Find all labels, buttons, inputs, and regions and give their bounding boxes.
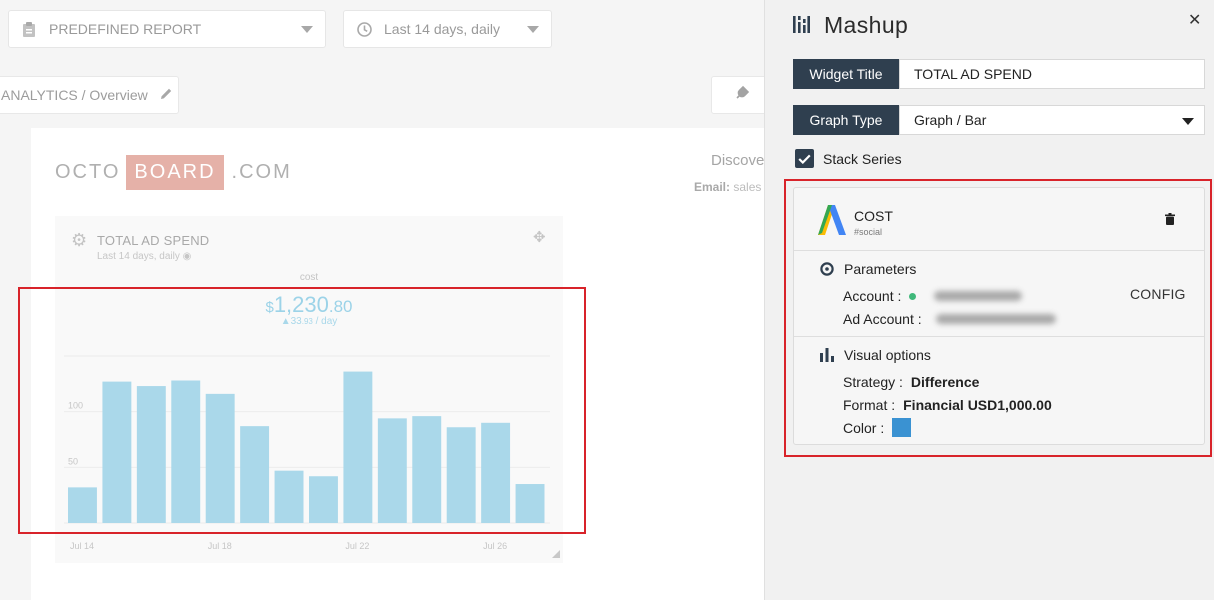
graph-type-field: Graph Type Graph / Bar (793, 105, 1205, 135)
graph-type-select[interactable]: Graph / Bar (899, 105, 1205, 135)
bar (343, 371, 373, 523)
dashboard-board: OCTO BOARD .COM Discove Email: sales ⚙ T… (31, 128, 764, 600)
bar (515, 484, 545, 523)
panel-title: Mashup (824, 12, 909, 38)
y-tick-label: 50 (68, 456, 78, 466)
color-label: Color : (843, 419, 885, 436)
close-icon[interactable]: ✕ (1188, 10, 1201, 30)
email-line: Email: sales (694, 180, 761, 194)
stack-series-option[interactable]: Stack Series (795, 149, 902, 168)
bar (377, 418, 407, 523)
google-ads-icon (816, 204, 848, 241)
plug-icon (734, 85, 750, 106)
divider (794, 336, 1204, 337)
ad-spend-widget[interactable]: ⚙ TOTAL AD SPEND Last 14 days, daily ◉ ✥… (55, 216, 563, 563)
strategy-value: Difference (910, 374, 980, 390)
format-row[interactable]: Format : Financial USD1,000.00 (843, 397, 1052, 413)
report-dropdown-label: PREDEFINED REPORT (49, 21, 202, 37)
graph-type-value: Graph / Bar (914, 112, 987, 128)
mashup-panel: Mashup ✕ Widget Title Graph Type Graph /… (764, 0, 1214, 600)
chevron-down-icon (527, 26, 539, 33)
report-dropdown[interactable]: PREDEFINED REPORT (8, 10, 326, 48)
x-tick-label: Jul 18 (208, 541, 232, 551)
email-value: sales (730, 180, 762, 194)
clock-icon (356, 21, 372, 37)
integrations-button[interactable] (711, 76, 764, 114)
widget-title-field: Widget Title (793, 59, 1205, 89)
dashboard-background: PREDEFINED REPORT Last 14 days, daily AN… (0, 0, 764, 600)
bar-chart-icon (820, 348, 836, 362)
format-label: Format : (843, 397, 896, 413)
logo-text-right: .COM (231, 161, 292, 183)
ad-account-value-redacted (935, 314, 1056, 324)
breadcrumb[interactable]: ANALYTICS / Overview (0, 76, 179, 114)
status-dot (909, 292, 917, 300)
bar (481, 422, 511, 523)
parameters-label: Parameters (844, 261, 917, 277)
strategy-label: Strategy : (843, 374, 903, 390)
x-tick-label: Jul 26 (483, 541, 507, 551)
bar (102, 381, 132, 523)
bar-chart: 50 100 Jul 14 Jul 18 Jul 22 Jul 26 (64, 355, 550, 551)
x-tick-label: Jul 14 (70, 541, 94, 551)
format-value: Financial USD1,000.00 (903, 397, 1052, 413)
ad-account-row: Ad Account : (843, 311, 1056, 327)
account-label: Account : (843, 288, 902, 304)
pencil-icon[interactable] (160, 87, 173, 103)
data-source-card: COST #social Parameters Account : Ad Acc… (793, 187, 1205, 445)
source-name: COST (854, 208, 893, 224)
bar (412, 416, 442, 523)
widget-title-input[interactable] (914, 66, 1204, 82)
y-tick-label: 100 (68, 401, 83, 411)
settings-icon (820, 262, 836, 276)
discover-heading: Discove (711, 152, 764, 169)
divider (794, 250, 1204, 251)
visual-options-label: Visual options (844, 347, 931, 363)
stack-series-label: Stack Series (823, 150, 902, 167)
account-row: Account : (843, 288, 1023, 304)
stack-series-checkbox[interactable] (795, 149, 814, 168)
bar (446, 427, 476, 523)
account-value-redacted (934, 291, 1023, 301)
bar (274, 470, 304, 523)
resize-handle[interactable] (552, 550, 560, 558)
visual-options-section: Visual options (820, 347, 931, 363)
x-tick-label: Jul 22 (345, 541, 369, 551)
bar (136, 386, 166, 523)
color-row: Color : (843, 418, 912, 437)
chevron-down-icon (1182, 118, 1194, 125)
logo-text-left: OCTO (55, 161, 121, 183)
bar (205, 393, 235, 523)
chevron-down-icon (301, 26, 313, 33)
octoboard-logo: OCTO BOARD .COM (55, 155, 292, 190)
bar (240, 426, 270, 523)
ad-account-label: Ad Account : (843, 311, 922, 327)
checkmark-icon (798, 154, 811, 164)
color-swatch[interactable] (892, 418, 912, 437)
panel-header: Mashup (793, 12, 908, 39)
parameters-section: Parameters (820, 261, 916, 277)
strategy-row[interactable]: Strategy : Difference (843, 374, 979, 390)
logo-text-box: BOARD (126, 155, 224, 190)
email-label: Email: (694, 180, 731, 194)
mashup-icon (793, 14, 810, 38)
bar (68, 487, 97, 523)
date-range-label: Last 14 days, daily (384, 21, 500, 37)
bar (309, 476, 338, 523)
clipboard-icon (21, 21, 37, 37)
breadcrumb-text: ANALYTICS / Overview (1, 87, 148, 103)
trash-icon[interactable] (1165, 212, 1175, 230)
source-tag: #social (854, 227, 883, 237)
date-range-dropdown[interactable]: Last 14 days, daily (343, 10, 552, 48)
config-link[interactable]: CONFIG (1130, 286, 1186, 302)
graph-type-label: Graph Type (793, 105, 899, 135)
bar (171, 380, 201, 523)
widget-title-label: Widget Title (793, 59, 899, 89)
